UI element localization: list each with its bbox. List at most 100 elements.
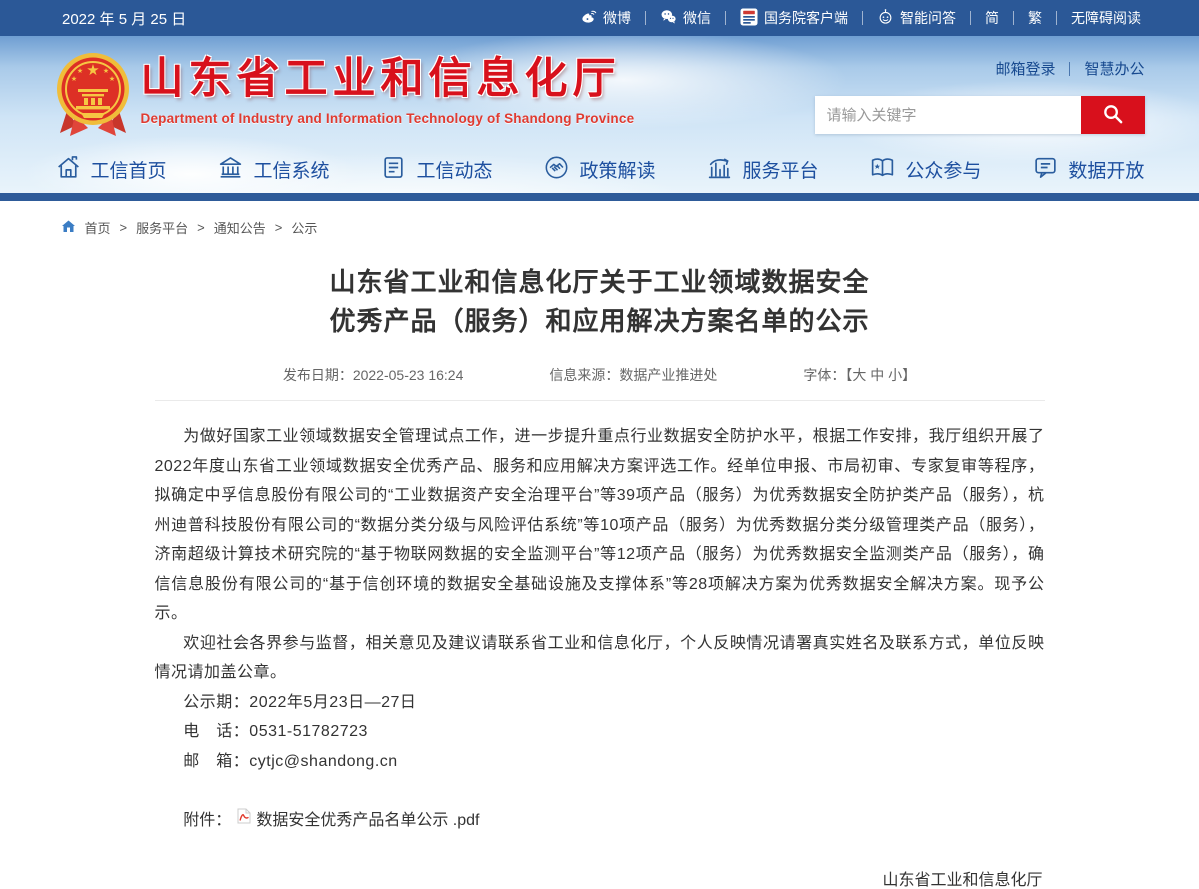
site-logo[interactable]: ★ ★ ★ ★ ★ 山东省工业和信息化厅 Department of Indus… [55, 36, 635, 144]
masthead: ★ ★ ★ ★ ★ 山东省工业和信息化厅 Department of Indus… [0, 36, 1199, 193]
divider [1013, 11, 1014, 25]
email-line: 邮 箱：cytjc@shandong.cn [155, 747, 1045, 777]
divider [1069, 62, 1070, 76]
search-icon [1101, 102, 1124, 128]
weibo-icon [580, 8, 597, 28]
accessibility-link[interactable]: 无障碍阅读 [1071, 8, 1141, 28]
breadcrumb-separator: > [275, 220, 283, 235]
nav-item-public-participation[interactable]: 公众参与 [869, 154, 981, 186]
attachment-label: 附件： [183, 806, 231, 830]
handshake-icon [543, 154, 570, 186]
svg-text:★: ★ [102, 67, 108, 75]
search-input[interactable] [815, 96, 1081, 134]
nav-item-system[interactable]: 工信系统 [217, 154, 329, 186]
topbar-links: 微博 微信 国务院客户端 智能问答 简 繁 [580, 8, 1141, 29]
nav-item-open-data[interactable]: 数据开放 [1032, 154, 1144, 186]
font-size-label: 字体： [803, 367, 845, 383]
nav-label: 数据开放 [1068, 156, 1144, 183]
wechat-icon [660, 8, 677, 28]
info-source: 信息来源：数据产业推进处 [549, 365, 717, 385]
smart-qa-label: 智能问答 [900, 8, 956, 28]
search-button[interactable] [1081, 96, 1145, 134]
bank-icon [217, 154, 244, 186]
phone-line: 电 话：0531-51782723 [155, 717, 1045, 747]
current-date: 2022 年 5 月 25 日 [62, 8, 186, 29]
font-size-control: 字体：【大 中 小】 [803, 365, 916, 385]
chat-icon [1032, 154, 1059, 186]
article-title: 山东省工业和信息化厅关于工业领域数据安全 优秀产品（服务）和应用解决方案名单的公… [155, 263, 1045, 341]
gov-client-label: 国务院客户端 [764, 8, 848, 28]
nav-item-home[interactable]: 工信首页 [55, 154, 167, 186]
article-title-line2: 优秀产品（服务）和应用解决方案名单的公示 [329, 306, 869, 336]
nav-label: 服务平台 [742, 156, 818, 183]
chart-icon [706, 154, 733, 186]
national-emblem-icon: ★ ★ ★ ★ ★ [55, 51, 131, 144]
wechat-link[interactable]: 微信 [660, 8, 711, 28]
pdf-icon [237, 808, 251, 829]
weibo-label: 微博 [603, 8, 631, 28]
svg-text:★: ★ [86, 62, 99, 79]
breadcrumb-item-current[interactable]: 公示 [291, 218, 317, 237]
breadcrumb-separator: > [120, 220, 128, 235]
article-body: 为做好国家工业领域数据安全管理试点工作，进一步提升重点行业数据安全防护水平，根据… [155, 422, 1045, 776]
nav-label: 工信动态 [416, 156, 492, 183]
breadcrumb-item-notices[interactable]: 通知公告 [214, 218, 266, 237]
top-utility-bar: 2022 年 5 月 25 日 微博 微信 国务院客户端 智能 [0, 0, 1199, 36]
breadcrumb: 首页 > 服务平台 > 通知公告 > 公示 [55, 201, 1145, 241]
simplified-chinese-toggle[interactable]: 简 [985, 8, 999, 28]
smart-qa-link[interactable]: 智能问答 [877, 8, 956, 28]
page-content: 首页 > 服务平台 > 通知公告 > 公示 山东省工业和信息化厅关于工业领域数据安全 优秀产… [0, 201, 1199, 889]
weibo-link[interactable]: 微博 [580, 8, 631, 28]
paragraph-2: 欢迎社会各界参与监督，相关意见及建议请联系省工业和信息化厅，个人反映情况请署真实… [155, 629, 1045, 688]
signature-block: 山东省工业和信息化厅 2022年5月23日 [155, 866, 1045, 889]
breadcrumb-separator: > [197, 220, 205, 235]
divider [1056, 11, 1057, 25]
robot-icon [877, 8, 894, 28]
article-title-line1: 山东省工业和信息化厅关于工业领域数据安全 [329, 267, 869, 297]
home-icon [55, 154, 82, 186]
nav-item-service-platform[interactable]: 服务平台 [706, 154, 818, 186]
gov-client-link[interactable]: 国务院客户端 [740, 8, 848, 29]
divider [725, 11, 726, 25]
wechat-label: 微信 [683, 8, 711, 28]
breadcrumb-item-home[interactable]: 首页 [85, 218, 111, 237]
simplified-label: 简 [985, 8, 999, 28]
nav-item-policy[interactable]: 政策解读 [543, 154, 655, 186]
site-subtitle: Department of Industry and Information T… [141, 111, 635, 126]
mail-login-link[interactable]: 邮箱登录 [995, 58, 1055, 79]
article-meta: 发布日期：2022-05-23 16:24 信息来源：数据产业推进处 字体：【大… [155, 365, 1045, 401]
attachment-row: 附件： 数据安全优秀产品名单公示 .pdf [155, 806, 1045, 830]
nav-label: 工信系统 [253, 156, 329, 183]
quick-links: 邮箱登录 智慧办公 [815, 58, 1145, 79]
signature-org: 山东省工业和信息化厅 [155, 866, 1043, 889]
article: 山东省工业和信息化厅关于工业领域数据安全 优秀产品（服务）和应用解决方案名单的公… [155, 241, 1045, 889]
news-icon [380, 154, 407, 186]
traditional-chinese-toggle[interactable]: 繁 [1028, 8, 1042, 28]
svg-text:★: ★ [108, 75, 114, 83]
divider [970, 11, 971, 25]
divider [645, 11, 646, 25]
accessibility-label: 无障碍阅读 [1071, 8, 1141, 28]
svg-text:★: ★ [70, 75, 76, 83]
nav-label: 工信首页 [91, 156, 167, 183]
svg-text:★: ★ [76, 67, 82, 75]
nav-item-news[interactable]: 工信动态 [380, 154, 492, 186]
traditional-label: 繁 [1028, 8, 1042, 28]
notice-period-line: 公示期：2022年5月23日—27日 [155, 688, 1045, 718]
font-size-options[interactable]: 【大 中 小】 [845, 367, 916, 383]
attachment-filename: 数据安全优秀产品名单公示 .pdf [256, 806, 479, 830]
paragraph-1: 为做好国家工业领域数据安全管理试点工作，进一步提升重点行业数据安全防护水平，根据… [155, 422, 1045, 629]
nav-label: 政策解读 [579, 156, 655, 183]
gov-client-icon [740, 8, 758, 29]
divider [862, 11, 863, 25]
attachment-link[interactable]: 数据安全优秀产品名单公示 .pdf [231, 806, 479, 830]
main-navigation: 工信首页 工信系统 工信动态 政策解读 服务平台 [55, 144, 1145, 195]
publish-date: 发布日期：2022-05-23 16:24 [283, 365, 464, 385]
nav-label: 公众参与 [905, 156, 981, 183]
book-star-icon [869, 154, 896, 186]
breadcrumb-item-service[interactable]: 服务平台 [136, 218, 188, 237]
site-title: 山东省工业和信息化厅 [141, 51, 635, 107]
breadcrumb-home-icon [61, 220, 76, 236]
smart-office-link[interactable]: 智慧办公 [1084, 58, 1144, 79]
search-bar [815, 96, 1145, 134]
